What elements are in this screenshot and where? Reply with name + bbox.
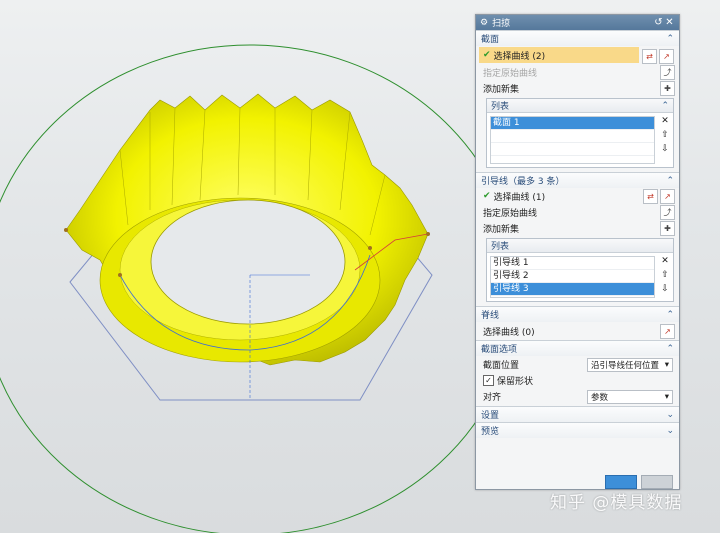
guide-add-new-set-label: 添加新集 (483, 224, 520, 235)
guide-header[interactable]: 引导线（最多 3 条） ⌃ (476, 172, 679, 188)
dialog-titlebar: ⚙ 扫掠 ↺ ✕ (476, 15, 679, 30)
section-position-dropdown[interactable]: 沿引导线任何位置 ▾ (587, 358, 673, 372)
section-list-header: 列表 ⌃ (487, 99, 673, 113)
move-down-icon[interactable]: ⇩ (661, 144, 669, 157)
list-item[interactable]: 截面 1 (491, 117, 654, 130)
section-list: 列表 ⌃ 截面 1 ✕ ⇧ ⇩ (486, 98, 674, 168)
settings-header[interactable]: 设置 ⌄ (476, 406, 679, 422)
guide-list: 列表 引导线 1 引导线 2 引导线 3 ✕ ⇧ ⇩ (486, 238, 674, 302)
chevron-down-icon: ⌄ (666, 425, 674, 436)
guide-list-header: 列表 (487, 239, 673, 253)
align-value: 参数 (591, 393, 609, 403)
dialog-title: 扫掠 (492, 19, 511, 29)
section-options-header[interactable]: 截面选项 ⌃ (476, 340, 679, 356)
add-set-icon[interactable]: ✚ (660, 220, 675, 236)
chevron-up-icon[interactable]: ⌃ (661, 101, 669, 111)
settings-title: 设置 (481, 411, 500, 421)
move-down-icon[interactable]: ⇩ (661, 284, 669, 297)
origin-curve-icon[interactable]: ⤴ (660, 204, 675, 220)
move-up-icon[interactable]: ⇧ (661, 270, 669, 283)
section-add-new-set[interactable]: 添加新集 ✚ (476, 80, 679, 96)
ok-button[interactable] (605, 475, 637, 489)
list-item[interactable]: 引导线 1 (491, 257, 654, 270)
watermark: 知乎 @模具数据 (550, 493, 683, 513)
section-position-value: 沿引导线任何位置 (591, 361, 660, 371)
curve-select-icon[interactable]: ↗ (659, 49, 674, 64)
check-icon: ✔ (483, 191, 491, 201)
section-position-row: 截面位置 沿引导线任何位置 ▾ (476, 356, 679, 372)
section-specify-origin-label: 指定原始曲线 (483, 68, 538, 79)
add-set-icon[interactable]: ✚ (660, 80, 675, 96)
reverse-direction-icon[interactable]: ⇄ (642, 49, 657, 64)
preserve-shape-checkbox[interactable]: ✓ (483, 374, 494, 386)
guide-list-title: 列表 (491, 242, 510, 252)
gear-icon[interactable]: ⚙ (480, 18, 488, 28)
list-item[interactable]: 引导线 2 (491, 270, 654, 283)
section-options-title: 截面选项 (481, 345, 518, 355)
section-specify-origin[interactable]: 指定原始曲线 ⤴ (476, 64, 679, 80)
preserve-shape-row[interactable]: ✓ 保留形状 (476, 372, 679, 388)
preserve-shape-label: 保留形状 (497, 376, 534, 387)
section-title: 截面 (481, 35, 500, 45)
center-hole (150, 199, 346, 325)
chevron-down-icon: ⌄ (666, 409, 674, 420)
list-item[interactable]: 引导线 3 (491, 283, 654, 296)
align-dropdown[interactable]: 参数 ▾ (587, 390, 673, 404)
cancel-button[interactable] (641, 475, 673, 489)
remove-icon[interactable]: ✕ (661, 116, 669, 129)
guide-select-curve-label: 选择曲线 (1) (493, 192, 546, 203)
section-header[interactable]: 截面 ⌃ (476, 30, 679, 46)
section-add-new-set-label: 添加新集 (483, 84, 520, 95)
chevron-down-icon: ▾ (664, 392, 669, 402)
spine-select-curve-label: 选择曲线 (0) (483, 327, 535, 338)
guide-specify-origin-label: 指定原始曲线 (483, 208, 538, 219)
chevron-up-icon: ⌃ (666, 175, 674, 186)
spine-title: 脊线 (481, 311, 500, 321)
sweep-dialog: ⚙ 扫掠 ↺ ✕ 截面 ⌃ ✔ 选择曲线 (2) ⇄ ↗ 指定原始曲线 ⤴ 添加… (475, 14, 680, 490)
list-item-empty (491, 130, 654, 143)
guide-specify-origin[interactable]: 指定原始曲线 ⤴ (476, 204, 679, 220)
list-item-empty (491, 143, 654, 156)
chevron-up-icon: ⌃ (666, 343, 674, 354)
spine-select-curve[interactable]: 选择曲线 (0) ↗ (476, 322, 679, 340)
dialog-footer (476, 473, 679, 489)
origin-curve-icon[interactable]: ⤴ (660, 64, 675, 80)
guide-title: 引导线（最多 3 条） (481, 177, 565, 187)
curve-select-icon[interactable]: ↗ (660, 323, 675, 339)
guide-add-new-set[interactable]: 添加新集 ✚ (476, 220, 679, 236)
curve-select-icon[interactable]: ↗ (660, 188, 675, 204)
reverse-direction-icon[interactable]: ⇄ (643, 188, 658, 204)
section-select-curve[interactable]: ✔ 选择曲线 (2) (479, 47, 639, 63)
section-list-title: 列表 (491, 102, 510, 112)
chevron-down-icon: ▾ (664, 360, 669, 370)
preview-header[interactable]: 预览 ⌄ (476, 422, 679, 438)
preview-title: 预览 (481, 427, 500, 437)
check-icon: ✔ (483, 50, 491, 60)
remove-icon[interactable]: ✕ (661, 256, 669, 269)
align-row: 对齐 参数 ▾ (476, 388, 679, 404)
chevron-up-icon: ⌃ (666, 33, 674, 44)
spine-header[interactable]: 脊线 ⌃ (476, 306, 679, 322)
chevron-up-icon: ⌃ (666, 309, 674, 320)
close-icon[interactable]: ✕ (664, 17, 675, 29)
reset-icon[interactable]: ↺ (653, 17, 664, 29)
move-up-icon[interactable]: ⇧ (661, 130, 669, 143)
section-select-curve-label: 选择曲线 (2) (493, 51, 546, 62)
guide-select-curve[interactable]: ✔ 选择曲线 (1) ⇄ ↗ (476, 188, 679, 204)
